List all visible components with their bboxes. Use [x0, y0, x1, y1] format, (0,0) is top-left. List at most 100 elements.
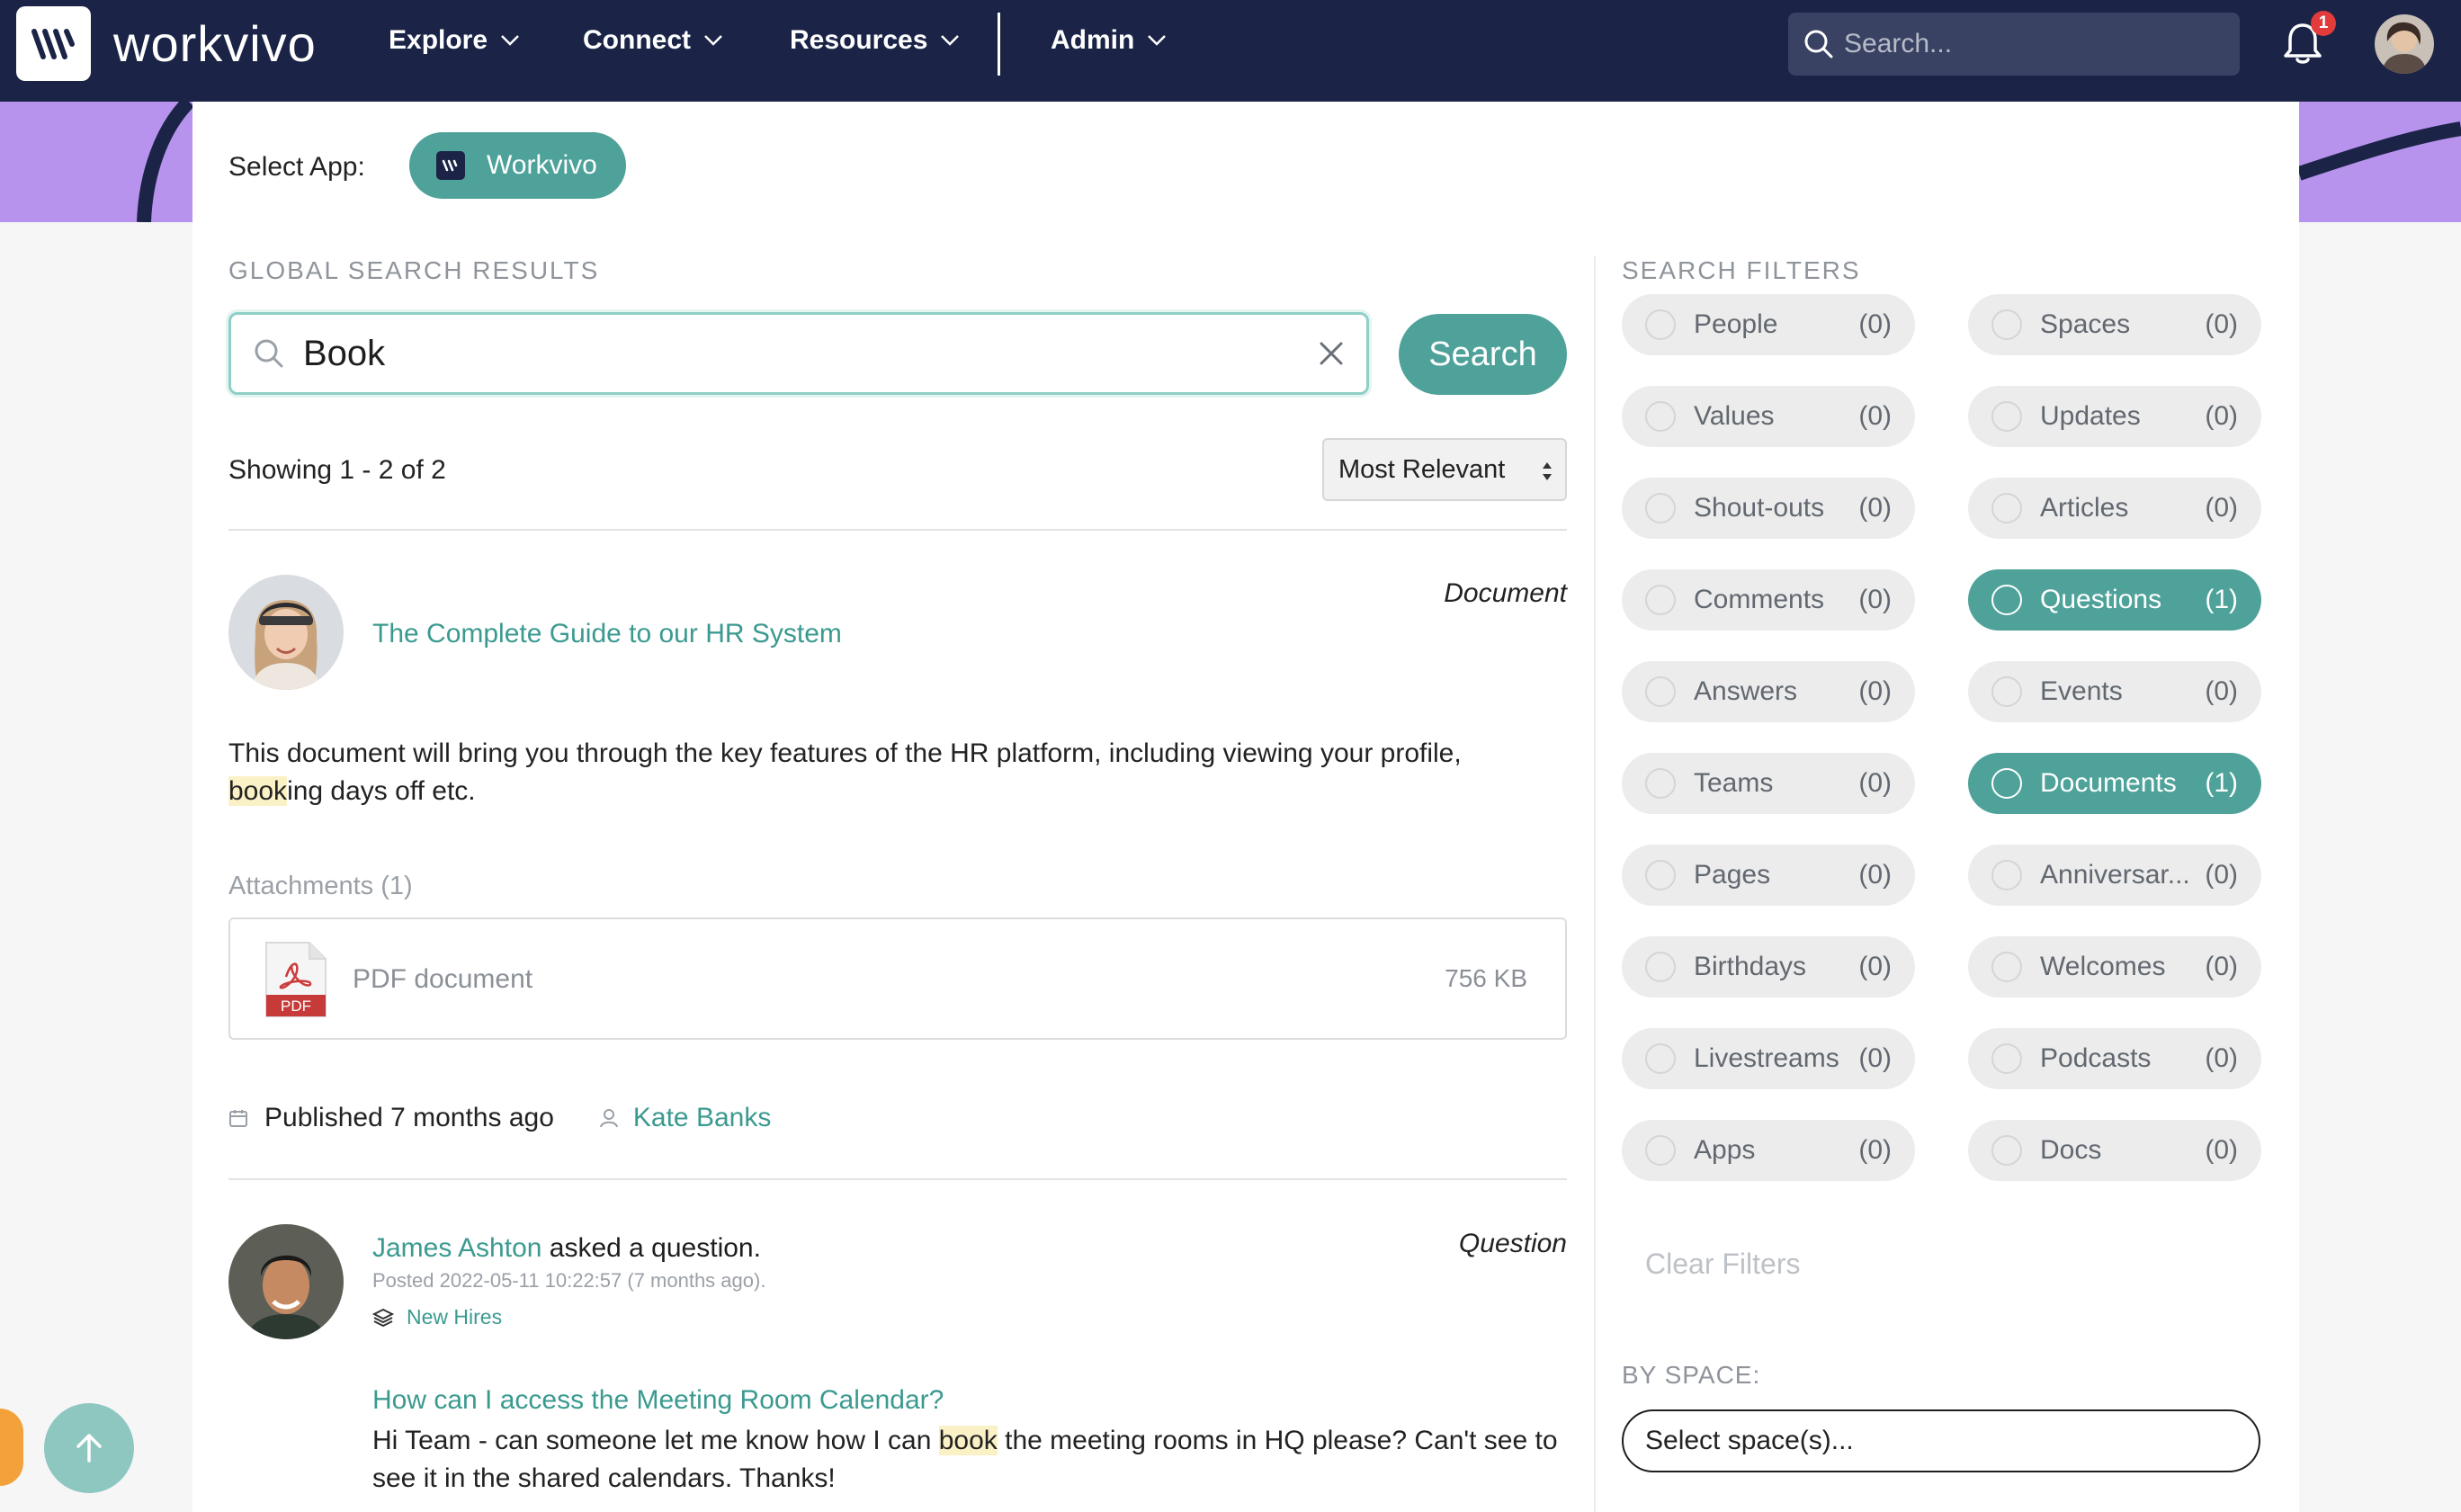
space-select-placeholder: Select space(s)...	[1645, 1426, 1854, 1455]
space-tag[interactable]: New Hires	[372, 1305, 502, 1329]
nav-resources[interactable]: Resources	[790, 25, 960, 56]
filter-chip-count: (0)	[2205, 1043, 2238, 1073]
filter-chip[interactable]: Apps (0)	[1622, 1120, 1915, 1181]
arrow-up-icon	[76, 1434, 102, 1463]
filter-chip[interactable]: People (0)	[1622, 294, 1915, 355]
question-title-link[interactable]: How can I access the Meeting Room Calend…	[372, 1385, 944, 1416]
filter-chip-count: (1)	[2205, 768, 2238, 798]
filter-chip[interactable]: Birthdays (0)	[1622, 936, 1915, 998]
filter-chip[interactable]: Teams (0)	[1622, 753, 1915, 814]
filter-chip-count: (0)	[2205, 860, 2238, 890]
filter-chip-count: (0)	[2205, 676, 2238, 706]
radio-circle-icon	[1645, 860, 1676, 890]
nav-admin[interactable]: Admin	[1051, 25, 1167, 56]
nav-admin-label: Admin	[1051, 25, 1135, 55]
filter-chip[interactable]: Livestreams (0)	[1622, 1028, 1915, 1089]
filter-chip[interactable]: Values (0)	[1622, 386, 1915, 447]
filter-chip[interactable]: Articles (0)	[1968, 478, 2261, 539]
filter-chip-count: (0)	[1858, 1135, 1892, 1165]
search-button[interactable]: Search	[1399, 314, 1567, 395]
workvivo-logo-icon	[436, 151, 465, 180]
filter-chip-label: Birthdays	[1694, 952, 1807, 981]
global-search-bar[interactable]	[1788, 13, 2240, 76]
result-title-link[interactable]: The Complete Guide to our HR System	[372, 619, 842, 649]
results-search-input[interactable]	[303, 333, 1275, 374]
space-select[interactable]: Select space(s)...	[1622, 1409, 2260, 1472]
app-selector-workvivo[interactable]: Workvivo	[409, 132, 626, 199]
author-link[interactable]: Kate Banks	[633, 1103, 771, 1133]
filter-chip[interactable]: Pages (0)	[1622, 845, 1915, 906]
filter-chip-label: Pages	[1694, 860, 1771, 890]
filter-chip[interactable]: Answers (0)	[1622, 661, 1915, 722]
pdf-file-icon: PDF	[265, 942, 327, 1017]
filter-chip-label: Events	[2040, 676, 2123, 706]
user-avatar[interactable]	[2375, 14, 2434, 74]
filter-chip[interactable]: Podcasts (0)	[1968, 1028, 2261, 1089]
result-type-label: Document	[1444, 578, 1567, 608]
filter-chip[interactable]: Updates (0)	[1968, 386, 2261, 447]
filter-chip[interactable]: Events (0)	[1968, 661, 2261, 722]
workvivo-logo-icon[interactable]	[16, 6, 91, 81]
notification-badge: 1	[2311, 11, 2336, 36]
filter-chip-label: People	[1694, 309, 1778, 339]
filter-chip[interactable]: Shout-outs (0)	[1622, 478, 1915, 539]
space-name[interactable]: New Hires	[407, 1305, 502, 1329]
results-search-field[interactable]	[228, 312, 1369, 395]
filter-chip-count: (0)	[2205, 401, 2238, 431]
filter-chip-label: Questions	[2040, 585, 2162, 614]
question-body-line2: see it in the shared calendars. Thanks!	[372, 1463, 836, 1493]
nav-connect[interactable]: Connect	[583, 25, 723, 56]
radio-circle-icon	[1645, 952, 1676, 982]
radio-circle-icon	[1991, 585, 2022, 615]
avatar[interactable]	[228, 1224, 344, 1339]
global-search-input[interactable]	[1844, 29, 2222, 59]
question-body-text-end: the meeting rooms in HQ please? Can't se…	[997, 1426, 1558, 1455]
filter-chip-count: (0)	[1858, 585, 1892, 614]
filter-chip-label: Apps	[1694, 1135, 1756, 1165]
nav-explore[interactable]: Explore	[389, 25, 520, 56]
radio-circle-icon	[1645, 676, 1676, 707]
filter-chip[interactable]: Questions (1)	[1968, 569, 2261, 631]
close-icon[interactable]	[1314, 336, 1348, 371]
sort-select[interactable]: Most Relevant	[1322, 438, 1567, 501]
filter-chip[interactable]: Documents (1)	[1968, 753, 2261, 814]
filter-chip-label: Welcomes	[2040, 952, 2166, 981]
clear-filters-button[interactable]: Clear Filters	[1645, 1248, 1800, 1281]
filter-chip-count: (0)	[1858, 309, 1892, 339]
filter-chip-label: Spaces	[2040, 309, 2131, 339]
question-body: Hi Team - can someone let me know how I …	[372, 1422, 1569, 1498]
filter-chip[interactable]: Welcomes (0)	[1968, 936, 2261, 998]
filter-chip-count: (0)	[1858, 860, 1892, 890]
filter-chip[interactable]: Anniversar... (0)	[1968, 845, 2261, 906]
result-type-label: Question	[1458, 1229, 1567, 1258]
filter-chip[interactable]: Spaces (0)	[1968, 294, 2261, 355]
radio-circle-icon	[1991, 1043, 2022, 1074]
chevron-down-icon	[941, 35, 960, 46]
radio-circle-icon	[1991, 493, 2022, 523]
question-heading: James Ashton asked a question.	[372, 1233, 761, 1264]
filter-chip-label: Teams	[1694, 768, 1774, 798]
brand-name[interactable]: workvivo	[113, 14, 317, 73]
radio-circle-icon	[1645, 1043, 1676, 1074]
help-widget[interactable]	[0, 1409, 23, 1486]
filter-chip[interactable]: Docs (0)	[1968, 1120, 2261, 1181]
question-body-text: Hi Team - can someone let me know how I …	[372, 1426, 939, 1455]
filter-chip-label: Articles	[2040, 493, 2129, 523]
nav-explore-label: Explore	[389, 25, 488, 55]
attachment-item[interactable]: PDF PDF document 756 KB	[228, 917, 1567, 1040]
attachment-name[interactable]: PDF document	[353, 964, 532, 995]
filter-chip-count: (0)	[2205, 309, 2238, 339]
user-icon	[599, 1109, 618, 1128]
result-body-text: This document will bring you through the…	[228, 738, 1462, 768]
author-link[interactable]: James Ashton	[372, 1233, 541, 1263]
scroll-to-top-button[interactable]	[44, 1403, 134, 1493]
filter-chip-label: Podcasts	[2040, 1043, 2152, 1073]
filter-chip-label: Values	[1694, 401, 1775, 431]
attachment-size: 756 KB	[1445, 964, 1527, 992]
column-divider	[1594, 256, 1596, 1512]
select-app-label: Select App:	[228, 152, 365, 182]
divider	[228, 1178, 1567, 1180]
filter-chip[interactable]: Comments (0)	[1622, 569, 1915, 631]
avatar[interactable]	[228, 575, 344, 690]
results-count: Showing 1 - 2 of 2	[228, 455, 446, 485]
